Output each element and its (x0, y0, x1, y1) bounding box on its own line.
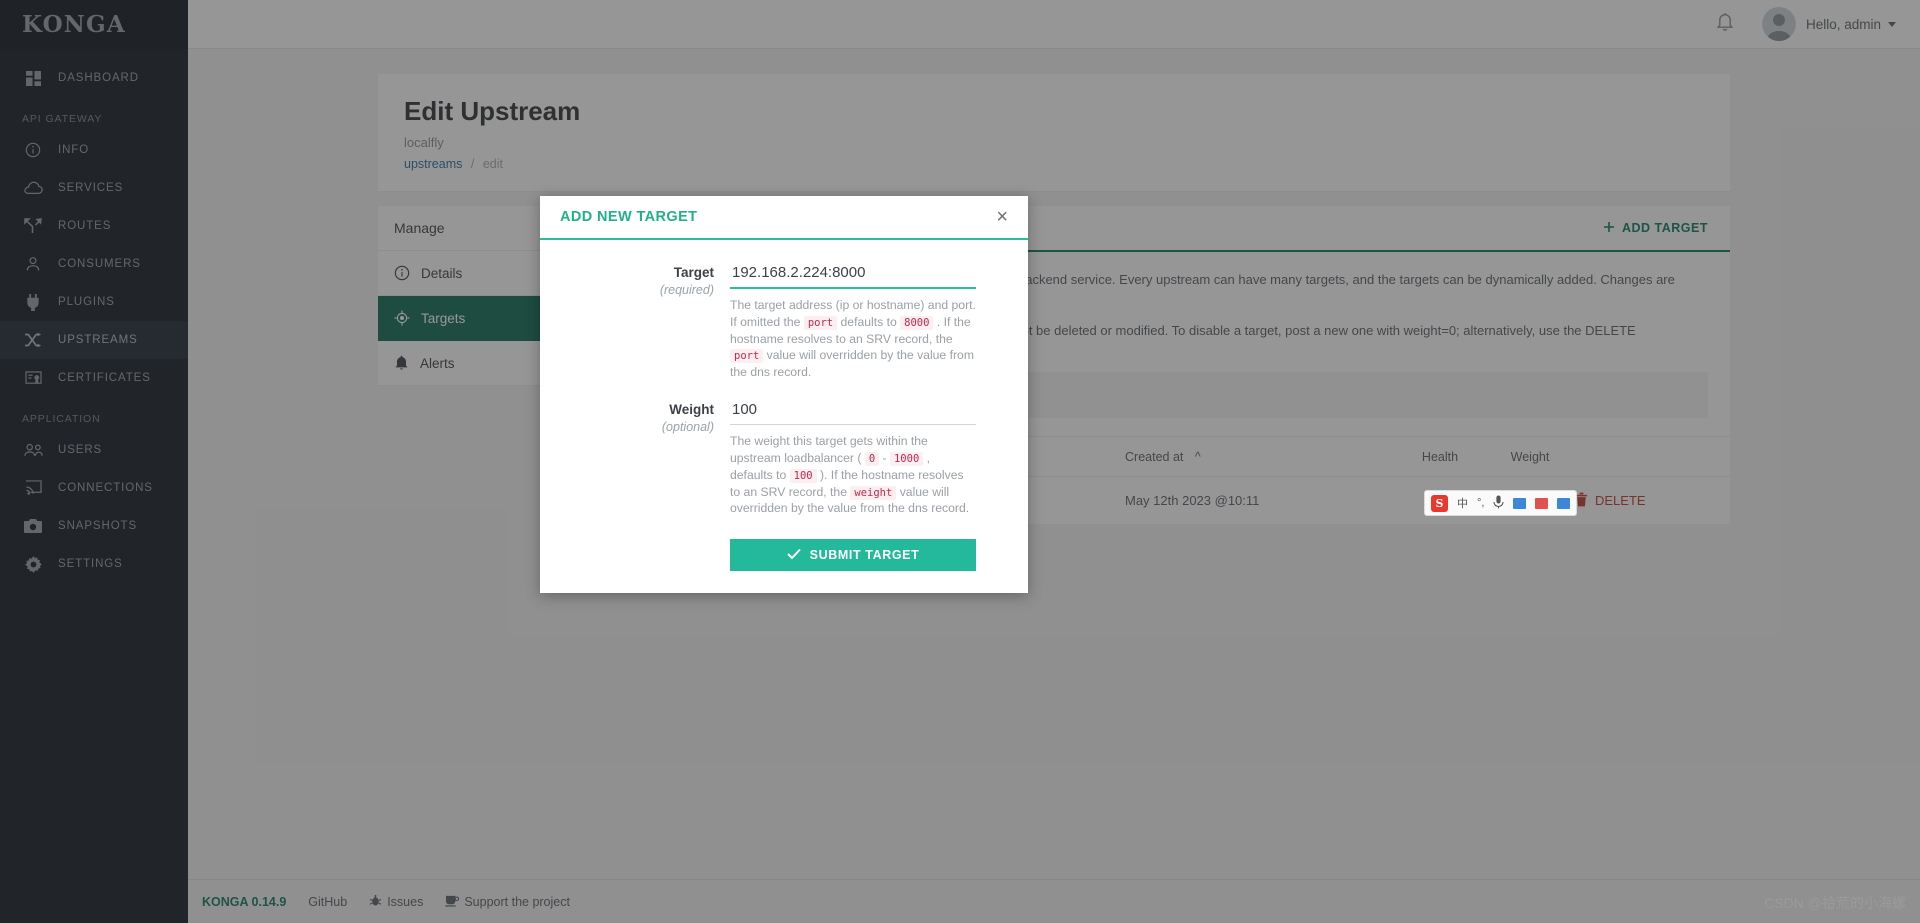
submit-target-label: SUBMIT TARGET (809, 548, 920, 563)
target-field-help: The target address (ip or hostname) and … (730, 297, 976, 381)
modal-title: ADD NEW TARGET (560, 209, 698, 225)
help-code-8000: 8000 (900, 315, 934, 330)
help-code-port: port (803, 315, 838, 330)
weight-input[interactable] (730, 399, 976, 426)
help-text: value will overridden by the value from … (730, 348, 974, 380)
help-code-weight: weight (850, 485, 897, 500)
modal-header: ADD NEW TARGET × (540, 196, 1028, 240)
mic-icon[interactable] (1493, 495, 1505, 512)
target-field-label: Target (673, 265, 714, 280)
app-root: KONGA DASHBOARD API GATEWAY INFO SERVICE… (0, 0, 1920, 923)
sogou-logo-icon[interactable]: S (1431, 494, 1448, 512)
weight-field-requirement: (optional) (661, 420, 714, 435)
help-code-100: 100 (789, 468, 817, 483)
modal-body: Target (required) The target address (ip… (540, 240, 1028, 593)
keyboard-icon[interactable] (1513, 497, 1527, 509)
ime-mode-label[interactable]: 中 (1457, 495, 1468, 511)
help-code-0: 0 (864, 451, 880, 466)
add-new-target-modal: ADD NEW TARGET × Target (required) The t… (540, 196, 1028, 594)
form-row-target: Target (required) The target address (ip… (550, 262, 976, 381)
help-text: defaults to (837, 314, 901, 329)
ime-toolbar: S 中 °, (1424, 490, 1578, 516)
target-input[interactable] (730, 262, 976, 289)
target-field-requirement: (required) (659, 283, 714, 297)
toolbox-icon[interactable] (1535, 497, 1549, 509)
weight-field-help: The weight this target gets within the u… (730, 433, 976, 517)
help-code-port2: port (730, 349, 764, 364)
watermark: CSDN @拾荒的小海螺 (1764, 895, 1906, 911)
apps-icon[interactable] (1557, 497, 1571, 509)
help-text: - (879, 450, 890, 465)
check-icon (786, 548, 801, 563)
weight-field-label: Weight (669, 402, 714, 418)
ime-punctuation-label[interactable]: °, (1477, 497, 1484, 509)
help-code-1000: 1000 (889, 451, 924, 466)
submit-target-button[interactable]: SUBMIT TARGET (730, 539, 976, 572)
close-icon[interactable]: × (996, 207, 1008, 227)
form-row-weight: Weight (optional) The weight this target… (550, 399, 976, 517)
